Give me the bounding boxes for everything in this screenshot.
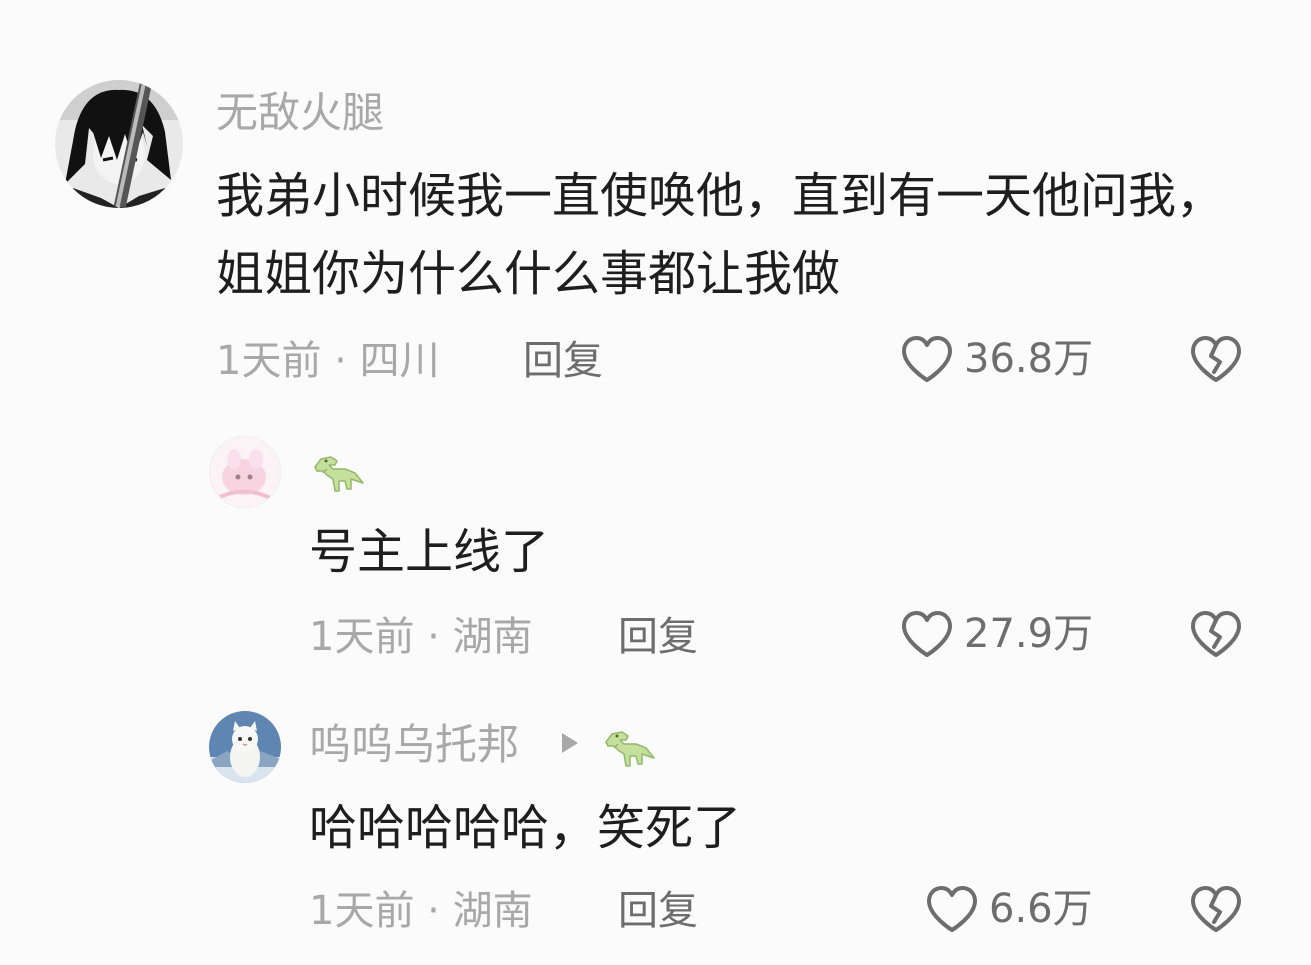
reply-button[interactable]: 回复 xyxy=(618,891,698,931)
comment-location: 四川 xyxy=(359,338,440,384)
like-count: 36.8万 xyxy=(964,336,1094,382)
comment-text: 号主上线了 xyxy=(309,513,549,591)
comment-location: 湖南 xyxy=(452,614,533,660)
like-button[interactable]: 27.9万 xyxy=(900,609,1093,659)
comment-text-line: 姐姐你为什么什么事都让我做 xyxy=(216,246,841,302)
heart-outline-icon xyxy=(927,886,977,932)
comment-time: 1天前 xyxy=(309,614,415,660)
like-count: 6.6万 xyxy=(989,886,1093,932)
reply-button[interactable]: 回复 xyxy=(618,617,698,657)
username[interactable]: 无敌火腿 xyxy=(216,92,384,134)
like-count: 27.9万 xyxy=(964,611,1094,657)
broken-heart-icon xyxy=(1191,886,1241,932)
avatar-comment-2[interactable] xyxy=(209,436,281,508)
triangle-arrow-icon xyxy=(562,733,578,753)
comment-text-line: 我弟小时候我一直使唤他，直到有一天他问我， xyxy=(216,168,1225,224)
anime-avatar-image xyxy=(55,80,183,208)
comment-time: 1天前 xyxy=(216,338,322,384)
comment-meta: 1天前 · 湖南 xyxy=(309,891,533,931)
comment-meta: 1天前 · 四川 xyxy=(216,341,440,381)
dislike-button[interactable] xyxy=(1189,334,1243,388)
dislike-button[interactable] xyxy=(1189,884,1243,938)
dinosaur-icon xyxy=(314,456,364,492)
cat-avatar-image xyxy=(209,711,281,783)
comment-time: 1天前 xyxy=(309,888,415,934)
reply-button[interactable]: 回复 xyxy=(523,341,603,381)
meta-separator: · xyxy=(414,888,453,934)
like-button[interactable]: 36.8万 xyxy=(900,334,1093,384)
pink-character-avatar-image xyxy=(210,437,280,507)
heart-outline-icon xyxy=(902,336,952,382)
comment-text: 我弟小时候我一直使唤他，直到有一天他问我， 姐姐你为什么什么事都让我做 xyxy=(216,157,1224,313)
broken-heart-icon xyxy=(1191,336,1241,382)
like-button[interactable]: 6.6万 xyxy=(925,884,1093,934)
dislike-button[interactable] xyxy=(1189,609,1243,663)
comment-location: 湖南 xyxy=(452,888,533,934)
meta-separator: · xyxy=(321,338,360,384)
broken-heart-icon xyxy=(1191,611,1241,657)
comment-text-line: 号主上线了 xyxy=(309,524,550,580)
meta-separator: · xyxy=(414,614,453,660)
comment-text-line: 哈哈哈哈哈，笑死了 xyxy=(309,800,742,856)
heart-outline-icon xyxy=(902,611,952,657)
avatar-comment-3[interactable] xyxy=(209,711,281,783)
avatar-comment-1[interactable] xyxy=(55,80,183,208)
username[interactable]: 呜呜乌托邦 xyxy=(309,724,519,766)
dinosaur-icon xyxy=(605,731,655,767)
comment-meta: 1天前 · 湖南 xyxy=(309,617,533,657)
comment-text: 哈哈哈哈哈，笑死了 xyxy=(309,789,741,867)
